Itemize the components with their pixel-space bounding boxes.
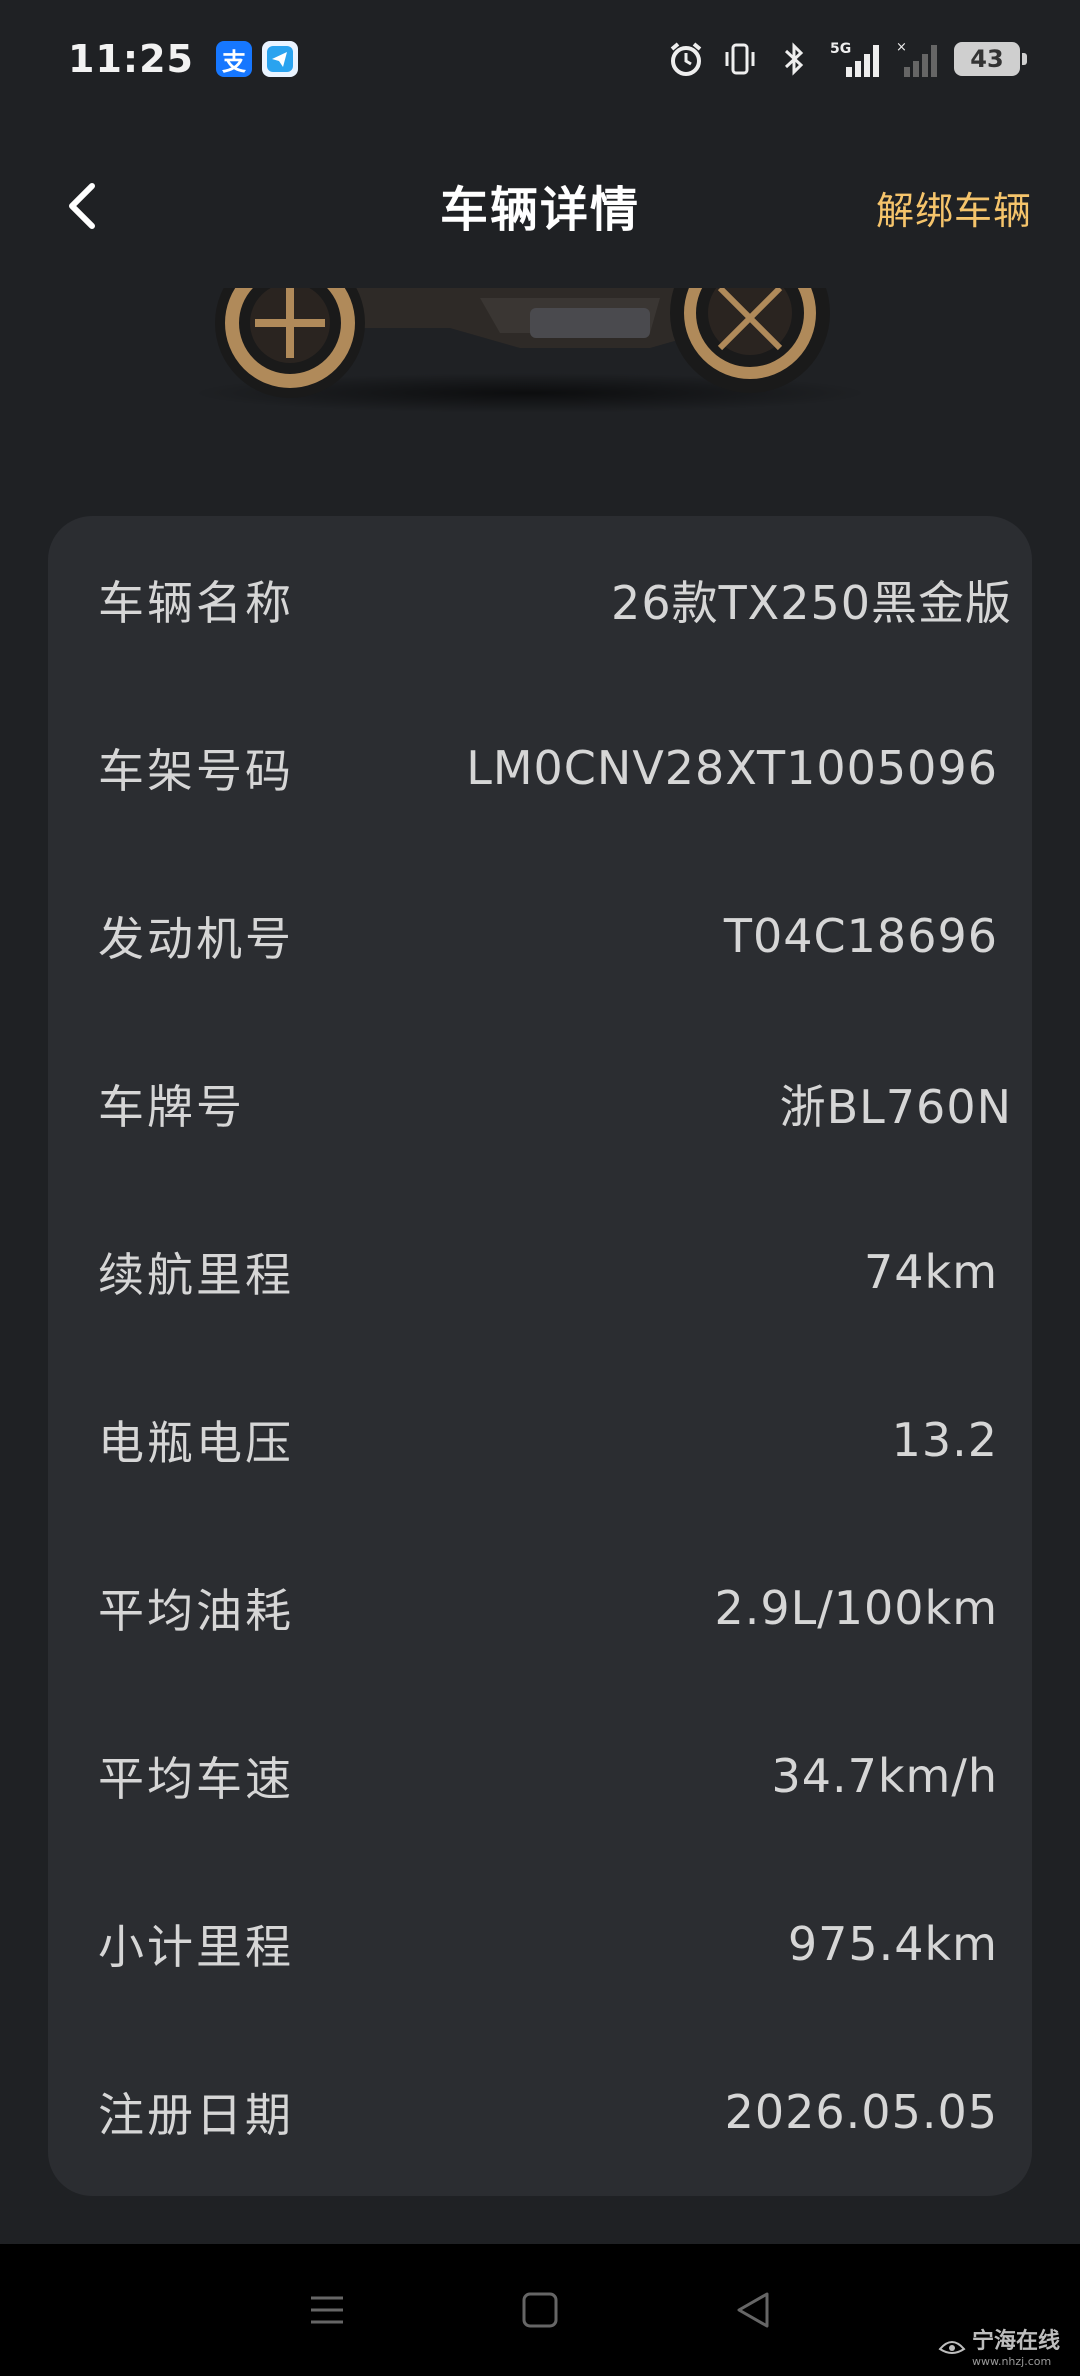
vibrate-icon (720, 39, 760, 79)
row-avg-speed: 平均车速 34.7km/h (48, 1692, 1032, 1860)
status-bar: 11:25 支 5G × 43 (0, 0, 1080, 118)
row-label: 车架号码 (98, 744, 294, 798)
row-frame-number: 车架号码 LM0CNV28XT1005096 (48, 684, 1032, 852)
row-value: LM0CNV28XT1005096 (466, 741, 998, 795)
signal-icon: × (896, 39, 940, 79)
vehicle-info-card: 车辆名称 26款TX250黑金版 车架号码 LM0CNV28XT1005096 … (48, 516, 1032, 2196)
watermark-logo-icon (938, 2340, 966, 2354)
battery-indicator: 43 (954, 42, 1027, 76)
row-value: 浙BL760N (779, 1080, 1012, 1134)
telegram-icon (261, 41, 298, 77)
row-label: 注册日期 (98, 2088, 294, 2142)
row-label: 车牌号 (98, 1080, 245, 1134)
row-value: 13.2 (891, 1413, 998, 1467)
watermark-url: www.nhzj.com (971, 2355, 1052, 2368)
menu-icon (310, 2296, 343, 2324)
back-nav-button[interactable] (718, 2275, 788, 2345)
row-label: 小计里程 (98, 1920, 294, 1974)
alipay-icon: 支 (215, 41, 252, 77)
home-button[interactable] (505, 2275, 575, 2345)
vehicle-detail-screen: 11:25 支 5G × 43 车辆详情 解绑车辆 车辆名称 26款TX250黑… (0, 0, 1080, 2376)
row-label: 电瓶电压 (98, 1416, 294, 1470)
row-label: 平均车速 (98, 1752, 294, 1806)
back-triangle-icon (737, 2292, 769, 2328)
unbind-vehicle-button[interactable]: 解绑车辆 (876, 180, 1032, 235)
signal-5g-icon: 5G (828, 39, 882, 79)
row-plate-number: 车牌号 浙BL760N (48, 1020, 1032, 1188)
system-nav-bar: 宁海在线 www.nhzj.com (0, 2244, 1080, 2376)
row-registration-date: 注册日期 2026.05.05 (48, 2028, 1032, 2196)
row-label: 平均油耗 (98, 1584, 294, 1638)
menu-button[interactable] (292, 2275, 362, 2345)
row-range: 续航里程 74km (48, 1188, 1032, 1356)
status-time: 11:25 (68, 37, 194, 81)
row-avg-fuel: 平均油耗 2.9L/100km (48, 1524, 1032, 1692)
row-label: 发动机号 (98, 912, 294, 966)
row-value: 975.4km (787, 1917, 998, 1971)
row-engine-number: 发动机号 T04C18696 (48, 852, 1032, 1020)
page-header: 车辆详情 解绑车辆 (0, 150, 1080, 260)
watermark: 宁海在线 www.nhzj.com (938, 2323, 1060, 2368)
bluetooth-icon (774, 39, 814, 79)
row-value: 2026.05.05 (724, 2085, 998, 2139)
svg-text:×: × (896, 40, 907, 55)
row-label: 续航里程 (98, 1248, 294, 1302)
status-indicators: 5G × 43 (666, 39, 1027, 79)
watermark-text: 宁海在线 (971, 2329, 1060, 2354)
row-value: 74km (864, 1245, 998, 1299)
row-value: 26款TX250黑金版 (611, 576, 1012, 630)
svg-text:5G: 5G (830, 41, 851, 57)
chevron-left-icon (69, 183, 95, 229)
row-vehicle-name: 车辆名称 26款TX250黑金版 (48, 516, 1032, 684)
row-value: T04C18696 (723, 909, 998, 963)
row-trip-mileage: 小计里程 975.4km (48, 1860, 1032, 2028)
vehicle-image (180, 288, 880, 418)
back-button[interactable] (52, 176, 112, 236)
row-value: 2.9L/100km (714, 1581, 998, 1635)
row-label: 车辆名称 (98, 576, 294, 630)
alipay-badge-glyph: 支 (221, 47, 246, 76)
page-title: 车辆详情 (439, 182, 640, 238)
row-battery-voltage: 电瓶电压 13.2 (48, 1356, 1032, 1524)
row-value: 34.7km/h (771, 1749, 998, 1803)
alarm-icon (666, 39, 706, 79)
home-icon (522, 2292, 558, 2328)
